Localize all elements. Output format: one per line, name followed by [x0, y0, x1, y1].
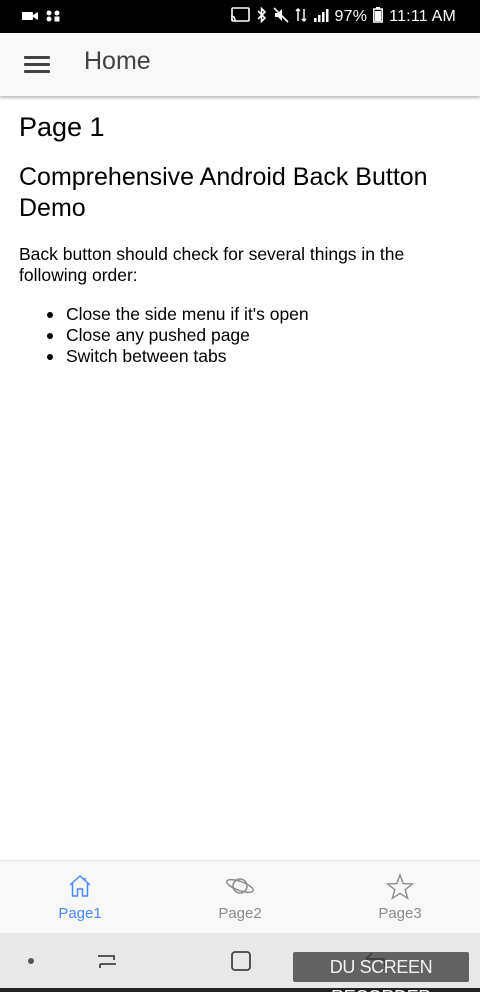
home-square-icon[interactable]	[229, 949, 253, 973]
battery-icon	[373, 7, 384, 27]
status-right-icons: 97% 11:11 AM	[230, 6, 456, 27]
star-icon	[385, 872, 415, 906]
tab-label: Page3	[378, 905, 422, 922]
tab-page1[interactable]: Page1	[0, 861, 160, 933]
tab-label: Page2	[218, 905, 262, 922]
list-item: Close the side menu if it's open	[47, 304, 447, 325]
description-text: Back button should check for several thi…	[19, 244, 405, 285]
clock: 11:11 AM	[389, 8, 456, 25]
dot-icon[interactable]	[28, 958, 34, 964]
recent-apps-icon[interactable]	[94, 949, 120, 973]
app-toolbar: Home	[0, 33, 480, 96]
list-item: Switch between tabs	[47, 346, 447, 367]
data-icon	[295, 7, 307, 27]
main-content[interactable]: Page 1 Comprehensive Android Back Button…	[0, 96, 480, 860]
sub-heading: Comprehensive Android Back Button Demo	[19, 163, 428, 222]
page-title: Home	[84, 47, 151, 75]
planet-icon	[225, 873, 255, 904]
list-item: Close any pushed page	[47, 325, 447, 346]
page-heading: Page 1	[19, 112, 105, 142]
hamburger-icon-bar-middle	[24, 63, 50, 66]
cast-icon	[230, 7, 250, 27]
hamburger-icon	[24, 56, 50, 59]
tab-page3[interactable]: Page3	[320, 861, 480, 933]
signal-icon	[313, 8, 329, 26]
tab-label: Page1	[58, 905, 102, 922]
screen-recorder-watermark: DU SCREEN RECORDER	[293, 952, 469, 992]
tab-page2[interactable]: Page2	[160, 861, 320, 933]
home-icon	[67, 873, 93, 904]
usb-notification-icon	[46, 9, 62, 27]
hamburger-icon-bar-bottom	[24, 70, 50, 73]
menu-button[interactable]	[20, 50, 54, 80]
status-left-icons	[22, 9, 62, 27]
battery-percent: 97%	[334, 8, 368, 25]
video-notification-icon	[22, 9, 38, 27]
status-bar: 97% 11:11 AM	[0, 0, 480, 33]
steps-list: Close the side menu if it's open Close a…	[47, 304, 447, 367]
mute-icon	[272, 7, 289, 27]
tab-bar: Page1 Page2 Page3	[0, 860, 480, 933]
system-navigation-bar: DU SCREEN RECORDER	[0, 933, 480, 992]
bluetooth-icon	[256, 6, 267, 27]
